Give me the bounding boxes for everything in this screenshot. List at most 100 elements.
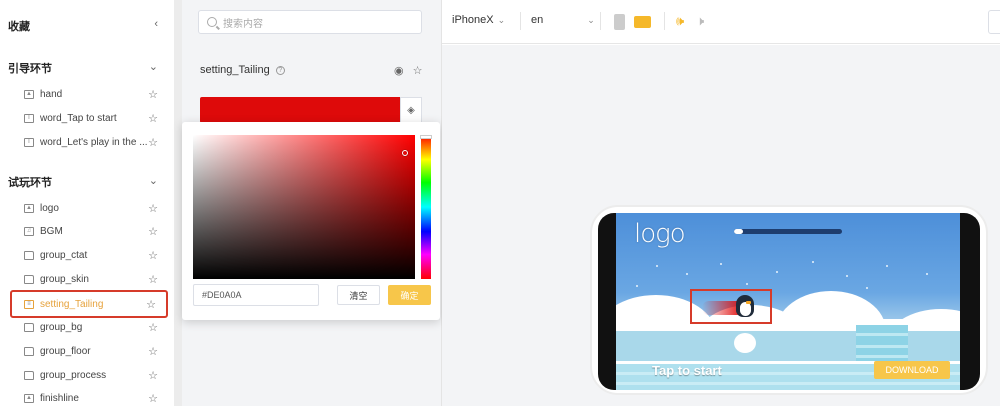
star-icon[interactable]: ☆	[148, 249, 158, 262]
star-icon[interactable]: ☆	[148, 88, 158, 101]
download-button[interactable]: DOWNLOAD	[874, 361, 950, 379]
device-select[interactable]: iPhoneX ⌄	[452, 14, 505, 26]
sidebar-item-label: finishline	[40, 392, 79, 404]
property-title: setting_Tailing ?	[200, 64, 285, 76]
tap-to-start-text: Tap to start	[652, 363, 722, 378]
search-icon	[207, 17, 217, 27]
device-select-value: iPhoneX	[452, 14, 494, 26]
game-preview[interactable]: logo Tap to start DOWNLOAD	[616, 213, 960, 390]
portrait-orientation-icon[interactable]	[614, 14, 625, 30]
snowflake	[926, 273, 928, 275]
color-picker-popup: #DE0A0A 清空 确定	[182, 122, 440, 320]
chevron-down-icon[interactable]: ⌄	[149, 60, 158, 73]
image-icon: ▲	[24, 89, 34, 99]
preview-toolbar: iPhoneX ⌄ en ⌄ 🕪 🕨	[442, 0, 1000, 44]
color-cursor[interactable]	[402, 150, 408, 156]
saturation-value-area[interactable]	[193, 135, 415, 279]
star-icon[interactable]: ☆	[148, 112, 158, 125]
section-title-guide[interactable]: 引导环节	[8, 60, 52, 76]
chevron-down-icon[interactable]: ⌄	[149, 174, 158, 187]
star-icon[interactable]: ☆	[148, 202, 158, 215]
search-placeholder: 搜索内容	[223, 18, 263, 30]
hex-color-input[interactable]: #DE0A0A	[193, 284, 319, 306]
chevron-down-icon: ⌄	[587, 15, 595, 25]
star-icon[interactable]: ☆	[148, 225, 158, 238]
sidebar-item-label: group_skin	[40, 273, 89, 285]
collapse-left-icon[interactable]: ‹	[154, 18, 158, 30]
star-icon[interactable]: ☆	[146, 298, 156, 311]
snow-hill-shade	[616, 331, 960, 361]
palette-icon[interactable]: ◈	[400, 97, 422, 123]
color-value-swatch[interactable]	[200, 97, 400, 123]
help-icon[interactable]: ?	[275, 65, 285, 75]
toolbar-divider	[600, 12, 601, 30]
sidebar-item-label: hand	[40, 88, 63, 100]
favorites-title: 收藏	[8, 21, 30, 33]
chevron-down-icon: ⌄	[497, 15, 506, 25]
snowflake	[846, 275, 848, 277]
sidebar-item-label: group_ctat	[40, 249, 88, 261]
target-icon[interactable]: ◉	[394, 65, 404, 77]
snowball	[734, 333, 756, 353]
folder-icon	[24, 370, 34, 380]
hue-slider-thumb[interactable]	[420, 135, 432, 139]
text-icon: T	[24, 113, 34, 123]
confirm-button[interactable]: 确定	[388, 285, 431, 305]
sidebar-scrollbar[interactable]	[174, 0, 182, 406]
snowflake	[866, 287, 868, 289]
star-icon[interactable]: ☆	[148, 369, 158, 382]
sidebar-item-label: setting_Tailing	[40, 298, 104, 310]
music-icon: ♫	[24, 226, 34, 236]
star-icon[interactable]: ☆	[148, 136, 158, 149]
star-icon[interactable]: ☆	[148, 273, 158, 286]
star-icon[interactable]: ☆	[148, 392, 158, 405]
sidebar-item-group-skin[interactable]: group_skin ☆	[10, 268, 168, 290]
snowflake	[812, 261, 814, 263]
ice-block-stripe	[856, 333, 908, 336]
sidebar-item-logo[interactable]: ▲ logo ☆	[10, 197, 168, 219]
sidebar-item-label: word_Tap to start	[40, 112, 117, 124]
tailing-highlight-box	[690, 289, 772, 324]
sidebar-item-group-ctat[interactable]: group_ctat ☆	[10, 244, 168, 266]
snowflake	[686, 273, 688, 275]
sidebar-item-word-lets-play[interactable]: T word_Let's play in the ... ☆	[10, 131, 168, 153]
setting-icon: ≡	[24, 299, 34, 309]
hue-slider[interactable]	[420, 135, 432, 279]
clear-button[interactable]: 清空	[337, 285, 380, 305]
sidebar-item-label: BGM	[40, 225, 63, 237]
star-icon[interactable]: ☆	[148, 321, 158, 334]
sidebar-item-finishline[interactable]: ▲ finishline ☆	[10, 387, 168, 406]
snowflake	[720, 263, 722, 265]
sound-on-icon[interactable]: 🕪	[676, 13, 684, 29]
sidebar-item-group-process[interactable]: group_process ☆	[10, 364, 168, 386]
language-select[interactable]: en ⌄	[531, 14, 595, 26]
ice-block-stripe	[856, 355, 908, 358]
sidebar-item-group-bg[interactable]: group_bg ☆	[10, 316, 168, 338]
toolbar-extra-button[interactable]	[988, 10, 1000, 34]
game-progress-fill	[734, 229, 743, 234]
sidebar-item-word-tap[interactable]: T word_Tap to start ☆	[10, 107, 168, 129]
snowflake	[776, 271, 778, 273]
sidebar-item-group-floor[interactable]: group_floor ☆	[10, 340, 168, 362]
search-input[interactable]: 搜索内容	[198, 10, 422, 34]
sound-mute-icon[interactable]: 🕨	[696, 13, 704, 29]
ice-block	[856, 319, 908, 361]
sidebar-item-bgm[interactable]: ♫ BGM ☆	[10, 220, 168, 242]
sidebar-item-label: group_bg	[40, 321, 83, 333]
sidebar-item-label: logo	[40, 202, 59, 214]
sidebar-item-label: group_floor	[40, 345, 91, 357]
star-icon[interactable]: ☆	[413, 65, 423, 77]
section-title-trial[interactable]: 试玩环节	[8, 174, 52, 190]
sidebar: 收藏 ‹ 引导环节 ⌄ ▲ hand ☆ T word_Tap to start…	[0, 0, 172, 406]
folder-icon	[24, 250, 34, 260]
ice-block-stripe	[856, 345, 908, 348]
property-title-text: setting_Tailing	[200, 64, 270, 76]
image-icon: ▲	[24, 203, 34, 213]
landscape-orientation-icon[interactable]	[634, 16, 651, 28]
folder-icon	[24, 322, 34, 332]
sidebar-item-setting-tailing[interactable]: ≡ setting_Tailing ☆	[10, 290, 168, 318]
sidebar-item-hand[interactable]: ▲ hand ☆	[10, 83, 168, 105]
image-icon: ▲	[24, 393, 34, 403]
toolbar-divider	[664, 12, 665, 30]
star-icon[interactable]: ☆	[148, 345, 158, 358]
